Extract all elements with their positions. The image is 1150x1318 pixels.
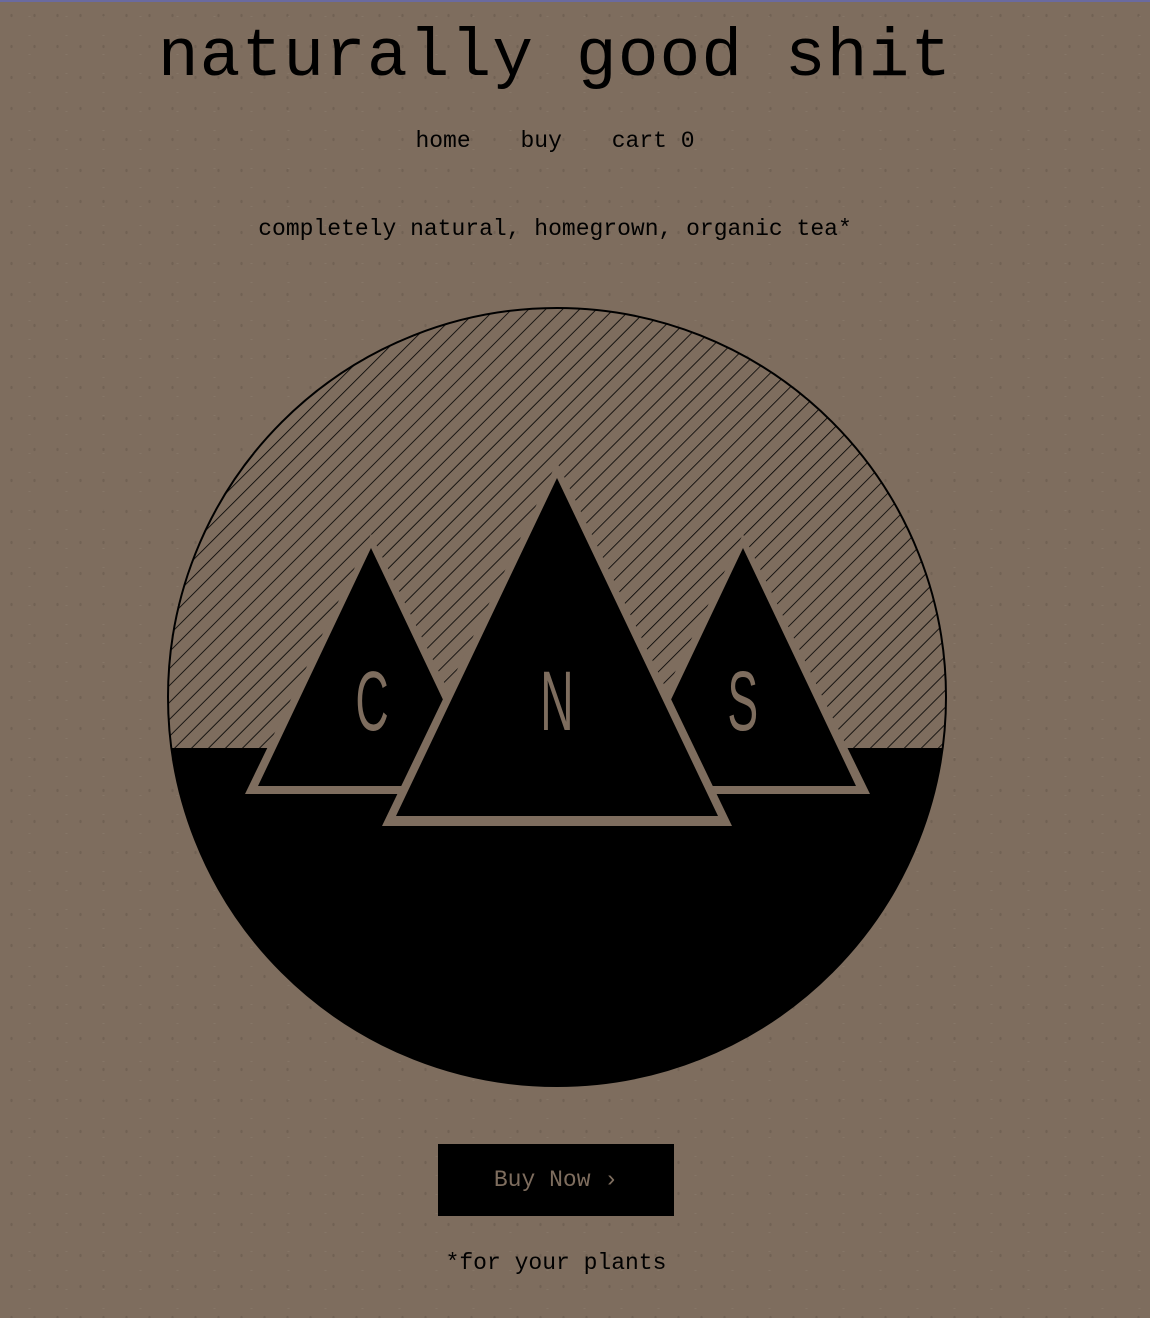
main-nav: home buy cart 0 [0, 126, 1110, 156]
tagline: completely natural, homegrown, organic t… [258, 216, 852, 242]
buy-now-button[interactable]: Buy Now › [438, 1144, 674, 1216]
cns-mountain-logo: C N S [167, 307, 947, 1087]
window-top-border [0, 0, 1150, 2]
nav-buy-link[interactable]: buy [520, 128, 561, 154]
logo-letter-s: S [727, 656, 758, 749]
logo-letter-n: N [540, 656, 573, 749]
site-title: naturally good shit [157, 19, 953, 96]
nav-cart-link[interactable]: cart 0 [612, 128, 695, 154]
nav-home-link[interactable]: home [415, 128, 470, 154]
logo-letter-c: C [355, 656, 388, 749]
footnote: *for your plants [445, 1250, 667, 1276]
